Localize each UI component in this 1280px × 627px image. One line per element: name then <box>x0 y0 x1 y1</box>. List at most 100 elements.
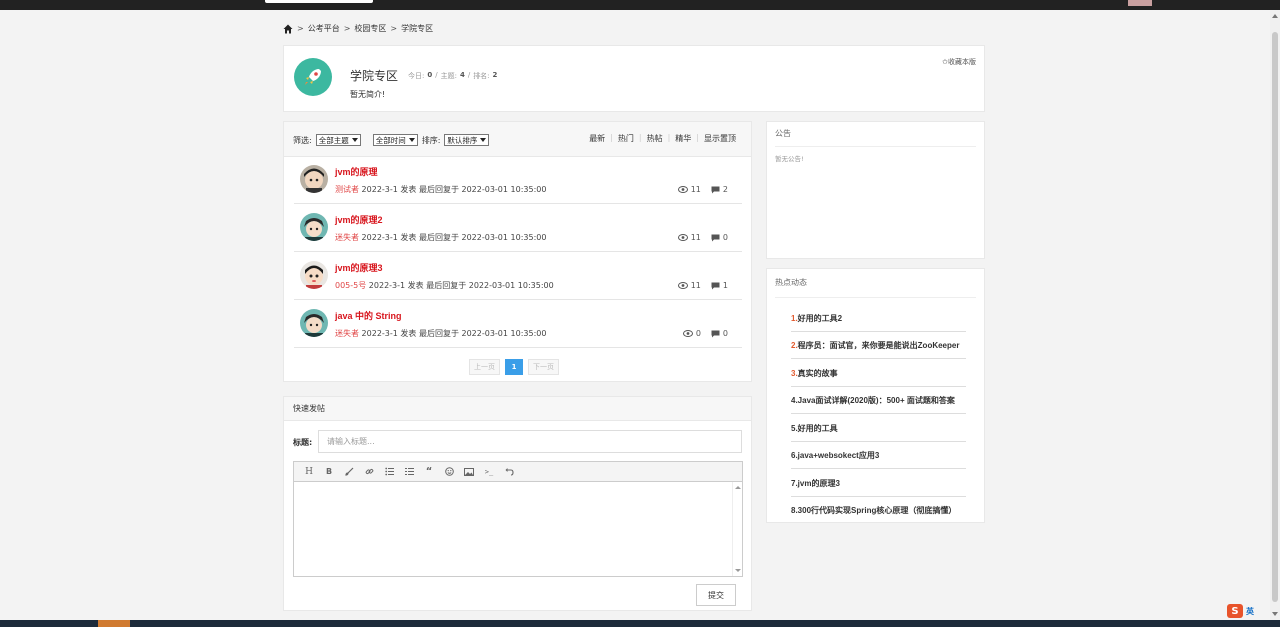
topic-row[interactable]: java 中的 String 迷失者 2022-3-1 发表 最后回复于 202… <box>294 300 742 348</box>
heading-icon[interactable]: H <box>299 464 319 480</box>
hot-item[interactable]: 5.好用的工具 <box>791 415 966 442</box>
tab-latest[interactable]: 最新 <box>584 133 610 144</box>
hot-topics-panel: 热点动态 1.好用的工具2 2.程序员：面试官，来你要是能说出ZooKeeper… <box>766 268 985 523</box>
page-scrollbar[interactable] <box>1270 10 1280 620</box>
prev-page-button[interactable]: 上一页 <box>469 359 500 375</box>
top-search-box[interactable] <box>265 0 373 3</box>
topic-author[interactable]: 迷失者 <box>335 233 359 242</box>
view-count: 11 <box>677 233 701 242</box>
editor-scrollbar[interactable] <box>732 482 742 576</box>
hot-text: 真实的故事 <box>797 369 838 378</box>
topic-stats: 11 0 <box>677 233 728 242</box>
reply-count: 0 <box>711 233 728 242</box>
scroll-down-icon[interactable] <box>1272 612 1278 616</box>
author-avatar[interactable] <box>300 165 328 193</box>
divider <box>775 146 976 147</box>
taskbar <box>0 620 1280 627</box>
topic-title[interactable]: jvm的原理2 <box>335 213 383 226</box>
hot-item[interactable]: 2.程序员：面试官，来你要是能说出ZooKeeper <box>791 332 966 359</box>
ordered-list-icon[interactable] <box>399 464 419 480</box>
view-count: 11 <box>677 281 701 290</box>
editor-textarea[interactable] <box>294 482 742 576</box>
topic-row[interactable]: jvm的原理 测试者 2022-3-1 发表 最后回复于 2022-03-01 … <box>294 156 742 204</box>
hot-rank: 7. <box>791 479 798 488</box>
user-avatar[interactable] <box>1128 0 1152 6</box>
page-button-1[interactable]: 1 <box>505 359 523 375</box>
undo-icon[interactable] <box>499 464 519 480</box>
topic-stats: 11 2 <box>677 185 728 194</box>
tab-featured[interactable]: 精华 <box>670 133 696 144</box>
notice-text: 暂无公告! <box>775 155 804 163</box>
image-icon[interactable] <box>459 464 479 480</box>
quote-icon[interactable]: “ <box>419 464 439 480</box>
topic-author[interactable]: 迷失者 <box>335 329 359 338</box>
breadcrumb-item-campus[interactable]: 校园专区 <box>354 23 386 34</box>
topic-author[interactable]: 测试者 <box>335 185 359 194</box>
scroll-down-icon[interactable] <box>735 569 741 572</box>
topic-meta: 005-5号 2022-3-1 发表 最后回复于 2022-03-01 10:3… <box>335 280 554 291</box>
ime-indicator[interactable]: S 英 <box>1227 604 1254 618</box>
taskbar-item[interactable] <box>98 620 130 627</box>
bullet-list-icon[interactable] <box>379 464 399 480</box>
topic-meta: 迷失者 2022-3-1 发表 最后回复于 2022-03-01 10:35:0… <box>335 232 546 243</box>
avatar-image <box>300 213 328 241</box>
time-filter-select[interactable]: 全部时间 <box>372 134 418 146</box>
scrollbar-thumb[interactable] <box>1272 32 1278 602</box>
emoji-icon[interactable] <box>439 464 459 480</box>
link-icon[interactable] <box>359 464 379 480</box>
tab-popular[interactable]: 热门 <box>613 133 639 144</box>
author-avatar[interactable] <box>300 213 328 241</box>
eye-icon <box>677 282 688 289</box>
topic-stats: 0 0 <box>682 329 728 338</box>
hot-item[interactable]: 4.Java面试详解(2020版)：500+ 面试题和答案 <box>791 387 966 414</box>
topic-title[interactable]: java 中的 String <box>335 309 402 322</box>
submit-button[interactable]: 提交 <box>696 584 736 606</box>
reply-count-value: 1 <box>722 281 728 290</box>
breadcrumb-item-platform[interactable]: 公考平台 <box>308 23 340 34</box>
hot-text: 好用的工具 <box>797 424 838 433</box>
tab-hot[interactable]: 热帖 <box>642 133 668 144</box>
brush-icon[interactable] <box>339 464 359 480</box>
favorite-link[interactable]: ✩收藏本版 <box>942 57 976 67</box>
topic-stats: 11 1 <box>677 281 728 290</box>
comment-icon <box>711 282 720 289</box>
next-page-button[interactable]: 下一页 <box>528 359 559 375</box>
hot-item[interactable]: 1.好用的工具2 <box>791 305 966 332</box>
topic-filter-value: 全部主题 <box>318 135 349 145</box>
breadcrumb-item-college[interactable]: 学院专区 <box>401 23 433 34</box>
sort-select[interactable]: 默认排序 <box>444 134 490 146</box>
author-avatar[interactable] <box>300 309 328 337</box>
topic-row[interactable]: jvm的原理2 迷失者 2022-3-1 发表 最后回复于 2022-03-01… <box>294 204 742 252</box>
forum-logo <box>294 58 332 96</box>
author-avatar[interactable] <box>300 261 328 289</box>
hot-text: 300行代码实现Spring核心原理（彻底搞懂） <box>797 506 957 515</box>
hot-item[interactable]: 7.jvm的原理3 <box>791 470 966 497</box>
bold-icon[interactable]: B <box>319 464 339 480</box>
hot-rank: 8. <box>791 506 798 515</box>
topic-meta-text: 2022-3-1 发表 最后回复于 2022-03-01 10:35:00 <box>368 281 554 290</box>
sogou-icon: S <box>1227 604 1243 618</box>
hot-item[interactable]: 3.真实的故事 <box>791 360 966 387</box>
scroll-up-icon[interactable] <box>735 486 741 489</box>
code-icon[interactable]: >_ <box>479 464 499 480</box>
topic-title[interactable]: jvm的原理3 <box>335 261 383 274</box>
post-title-input[interactable]: 请输入标题... <box>318 430 742 453</box>
reply-count-value: 2 <box>722 185 728 194</box>
topics-label: 主题: <box>440 72 457 80</box>
topic-title[interactable]: jvm的原理 <box>335 165 378 178</box>
topic-list-panel: 筛选: 全部主题 全部时间 排序: 默认排序 最新 | 热门 | 热帖 | 精华 | 显… <box>283 121 752 382</box>
scroll-up-icon[interactable] <box>1272 14 1278 18</box>
tab-show-pinned[interactable]: 显示置顶 <box>699 133 741 144</box>
topic-row[interactable]: jvm的原理3 005-5号 2022-3-1 发表 最后回复于 2022-03… <box>294 252 742 300</box>
hot-item[interactable]: 6.java+websokect应用3 <box>791 442 966 469</box>
topic-filter-select[interactable]: 全部主题 <box>315 134 361 146</box>
topic-author[interactable]: 005-5号 <box>335 281 366 290</box>
chevron-down-icon <box>480 138 487 142</box>
topic-meta: 测试者 2022-3-1 发表 最后回复于 2022-03-01 10:35:0… <box>335 184 546 195</box>
rank-label: 排名: <box>473 72 490 80</box>
view-count: 0 <box>682 329 701 338</box>
avatar-image <box>300 309 328 337</box>
hot-text: jvm的原理3 <box>797 479 840 488</box>
home-icon[interactable] <box>283 24 293 34</box>
hot-item[interactable]: 8.300行代码实现Spring核心原理（彻底搞懂） <box>791 497 966 524</box>
